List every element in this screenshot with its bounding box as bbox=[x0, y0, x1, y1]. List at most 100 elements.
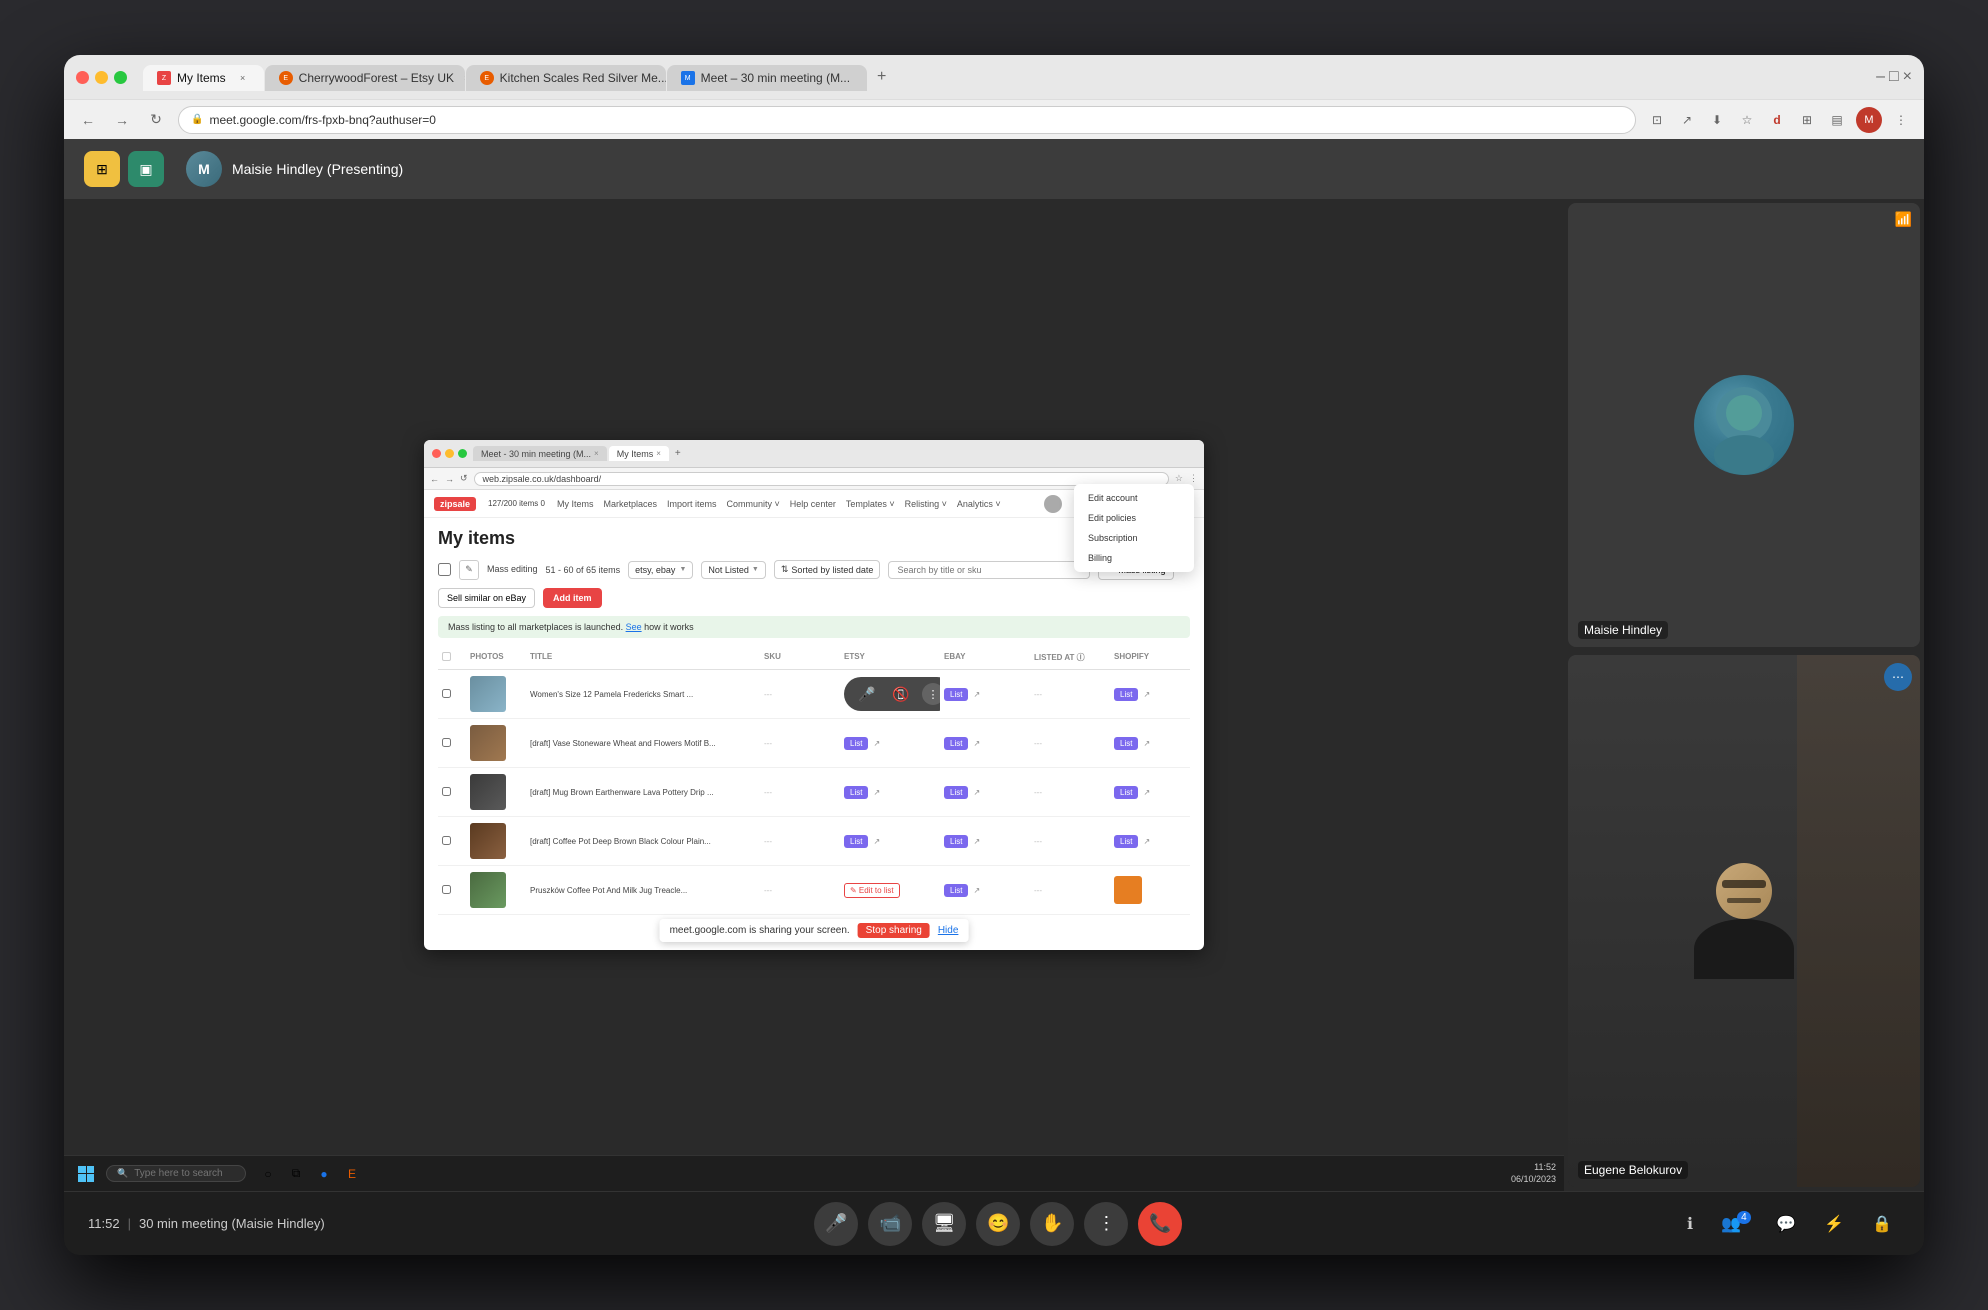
stop-sharing-button[interactable]: Stop sharing bbox=[858, 923, 930, 938]
inner-tab-meet[interactable]: Meet - 30 min meeting (M... × bbox=[473, 446, 607, 461]
inner-more-icon[interactable]: ⋮ bbox=[1189, 473, 1198, 484]
row2-ebay-list-btn[interactable]: List bbox=[944, 737, 968, 750]
row3-ebay-list-btn[interactable]: List bbox=[944, 786, 968, 799]
video-control-btn[interactable]: 📹 bbox=[868, 1202, 912, 1246]
row5-ebay-list-btn[interactable]: List bbox=[944, 884, 968, 897]
row1-shopify-link[interactable]: ↗ bbox=[1143, 690, 1150, 699]
inner-tab-my-items[interactable]: My Items × bbox=[609, 446, 669, 461]
nav-relisting[interactable]: Relisting ˅ bbox=[905, 499, 947, 509]
row2-ebay-link[interactable]: ↗ bbox=[973, 739, 980, 748]
share-icon[interactable]: ↗ bbox=[1676, 109, 1698, 131]
cast-icon[interactable]: ⊡ bbox=[1646, 109, 1668, 131]
row1-shopify-list-btn[interactable]: List bbox=[1114, 688, 1138, 701]
forward-button[interactable]: → bbox=[110, 108, 134, 132]
present-control-btn[interactable]: 🖥 bbox=[922, 1202, 966, 1246]
tab-close-cherrywood[interactable]: × bbox=[464, 71, 465, 85]
nav-my-items[interactable]: My Items bbox=[557, 499, 594, 509]
row4-ebay-link[interactable]: ↗ bbox=[973, 837, 980, 846]
taskbar-etsy-icon[interactable]: E bbox=[340, 1162, 364, 1186]
close-button[interactable] bbox=[76, 71, 89, 84]
row3-etsy-link[interactable]: ↗ bbox=[873, 788, 880, 797]
window-close[interactable]: × bbox=[1903, 68, 1912, 86]
emoji-control-btn[interactable]: 😊 bbox=[976, 1202, 1020, 1246]
info-btn[interactable]: ℹ bbox=[1672, 1206, 1708, 1242]
nav-analytics[interactable]: Analytics ˅ bbox=[957, 499, 1001, 509]
tab-cherrywood[interactable]: E CherrywoodForest – Etsy UK × bbox=[265, 65, 465, 91]
row4-etsy-list-btn[interactable]: List bbox=[844, 835, 868, 848]
mic-control-btn[interactable]: 🎤 bbox=[814, 1202, 858, 1246]
inner-back-btn[interactable]: ← bbox=[430, 474, 439, 484]
window-minimize[interactable]: – bbox=[1876, 68, 1885, 86]
taskbar-search-box[interactable]: 🔍 bbox=[106, 1165, 246, 1182]
select-all-checkbox[interactable] bbox=[438, 563, 451, 576]
inner-tab-myitems-close[interactable]: × bbox=[656, 449, 661, 458]
windows-start-button[interactable] bbox=[72, 1164, 100, 1184]
row4-etsy-link[interactable]: ↗ bbox=[873, 837, 880, 846]
dropdown-edit-policies[interactable]: Edit policies bbox=[1074, 508, 1194, 528]
more-control-btn[interactable]: ⋮ bbox=[1084, 1202, 1128, 1246]
sidebar-icon[interactable]: ▤ bbox=[1826, 109, 1848, 131]
row4-shopify-list-btn[interactable]: List bbox=[1114, 835, 1138, 848]
dropdown-billing[interactable]: Billing bbox=[1074, 548, 1194, 568]
row3-ebay-link[interactable]: ↗ bbox=[973, 788, 980, 797]
edit-icon[interactable]: ✎ bbox=[459, 560, 479, 580]
row3-shopify-link[interactable]: ↗ bbox=[1143, 788, 1150, 797]
inner-tab-meet-close[interactable]: × bbox=[594, 449, 599, 458]
row5-edit-to-list-btn[interactable]: ✎ Edit to list bbox=[844, 883, 900, 898]
chat-btn[interactable]: 💬 bbox=[1768, 1206, 1804, 1242]
tab-kitchen-scales[interactable]: E Kitchen Scales Red Silver Me... × bbox=[466, 65, 666, 91]
end-call-btn[interactable]: 📞 bbox=[1138, 1202, 1182, 1246]
minimize-button[interactable] bbox=[95, 71, 108, 84]
taskbar-chrome-icon[interactable]: ● bbox=[312, 1162, 336, 1186]
marketplace-filter[interactable]: etsy, ebay ▼ bbox=[628, 561, 693, 579]
profile-avatar[interactable]: M bbox=[1856, 107, 1882, 133]
inner-maximize[interactable] bbox=[458, 449, 467, 458]
nav-help-center[interactable]: Help center bbox=[790, 499, 836, 509]
inner-bookmark-icon[interactable]: ☆ bbox=[1175, 473, 1183, 484]
nav-import-items[interactable]: Import items bbox=[667, 499, 717, 509]
nav-marketplaces[interactable]: Marketplaces bbox=[603, 499, 657, 509]
row4-shopify-link[interactable]: ↗ bbox=[1143, 837, 1150, 846]
people-btn[interactable]: 👥 4 bbox=[1720, 1206, 1756, 1242]
tab-close-my-items[interactable]: × bbox=[236, 71, 250, 85]
inner-minimize[interactable] bbox=[445, 449, 454, 458]
header-checkbox[interactable] bbox=[442, 652, 451, 661]
url-bar[interactable]: 🔒 meet.google.com/frs-fpxb-bnq?authuser=… bbox=[178, 106, 1636, 134]
raise-hand-btn[interactable]: ✋ bbox=[1030, 1202, 1074, 1246]
inner-close[interactable] bbox=[432, 449, 441, 458]
tab-meet[interactable]: M Meet – 30 min meeting (M... × bbox=[667, 65, 867, 91]
maximize-button[interactable] bbox=[114, 71, 127, 84]
taskbar-search-input[interactable] bbox=[134, 1168, 235, 1179]
safety-btn[interactable]: 🔒 bbox=[1864, 1206, 1900, 1242]
video-off-icon[interactable]: 📵 bbox=[888, 681, 914, 707]
row3-etsy-list-btn[interactable]: List bbox=[844, 786, 868, 799]
taskbar-task-view-icon[interactable]: ⧉ bbox=[284, 1162, 308, 1186]
sell-similar-button[interactable]: Sell similar on eBay bbox=[438, 588, 535, 608]
nav-avatar[interactable] bbox=[1044, 495, 1062, 513]
row3-shopify-list-btn[interactable]: List bbox=[1114, 786, 1138, 799]
info-banner-link[interactable]: See bbox=[626, 622, 642, 632]
eugene-more-button[interactable]: ⋯ bbox=[1884, 663, 1912, 691]
hide-sharing-link[interactable]: Hide bbox=[938, 925, 959, 936]
more-options-icon[interactable]: ⋮ bbox=[1890, 109, 1912, 131]
inner-refresh-btn[interactable]: ↺ bbox=[460, 473, 468, 484]
puzzle-icon[interactable]: ⊞ bbox=[1796, 109, 1818, 131]
status-filter[interactable]: Not Listed ▼ bbox=[701, 561, 765, 579]
sort-button[interactable]: ⇅ Sorted by listed date bbox=[774, 560, 881, 579]
back-button[interactable]: ← bbox=[76, 108, 100, 132]
row4-ebay-list-btn[interactable]: List bbox=[944, 835, 968, 848]
row3-checkbox[interactable] bbox=[438, 785, 466, 800]
search-input[interactable] bbox=[888, 561, 1089, 579]
dropdown-edit-account[interactable]: Edit account bbox=[1074, 488, 1194, 508]
download-icon[interactable]: ⬇ bbox=[1706, 109, 1728, 131]
star-icon[interactable]: ☆ bbox=[1736, 109, 1758, 131]
inner-new-tab-btn[interactable]: + bbox=[671, 446, 685, 461]
nav-community[interactable]: Community ˅ bbox=[727, 499, 780, 509]
row5-ebay-link[interactable]: ↗ bbox=[973, 886, 980, 895]
extensions-d-icon[interactable]: d bbox=[1766, 109, 1788, 131]
activities-btn[interactable]: ⚡ bbox=[1816, 1206, 1852, 1242]
mic-off-icon[interactable]: 🎤 bbox=[854, 681, 880, 707]
meet-icon-yellow[interactable]: ⊞ bbox=[84, 151, 120, 187]
row1-checkbox[interactable] bbox=[438, 687, 466, 702]
nav-templates[interactable]: Templates ˅ bbox=[846, 499, 895, 509]
